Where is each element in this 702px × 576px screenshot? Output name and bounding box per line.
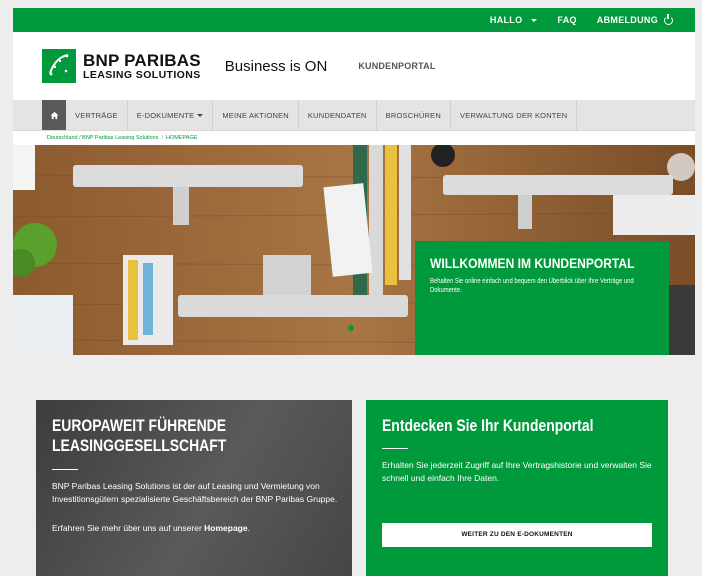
nav-label: VERWALTUNG DER KONTEN <box>460 110 568 120</box>
home-icon <box>49 111 59 119</box>
hallo-menu[interactable]: HALLO <box>490 15 538 25</box>
hero-welcome-box: WILLKOMMEN IM KUNDENPORTAL Behalten Sie … <box>415 241 669 355</box>
chevron-down-icon <box>197 113 204 117</box>
hero-subtitle: Behalten Sie online einfach und bequem d… <box>430 278 634 295</box>
breadcrumb-path[interactable]: Deutschland / BNP Paribas Leasing Soluti… <box>47 135 159 141</box>
nav-label: E-DOKUMENTE <box>136 110 195 120</box>
faq-link[interactable]: FAQ <box>557 15 576 25</box>
nav-label: MEINE AKTIONEN <box>222 110 289 120</box>
company-card: EUROPAWEIT FÜHRENDE LEASINGGESELLSCHAFT … <box>36 400 352 576</box>
breadcrumb: Deutschland / BNP Paribas Leasing Soluti… <box>13 131 695 145</box>
homepage-link[interactable]: Homepage <box>204 523 247 533</box>
hero-title: WILLKOMMEN IM KUNDENPORTAL <box>430 255 635 271</box>
nav-item-broschueren[interactable]: BROSCHÜREN <box>377 100 451 130</box>
home-button[interactable] <box>42 100 66 130</box>
power-icon <box>664 13 673 25</box>
nav-label: KUNDENDATEN <box>307 110 367 120</box>
carousel-dot[interactable] <box>348 325 354 331</box>
top-bar: HALLO FAQ ABMELDUNG <box>13 8 695 32</box>
nav-label: BROSCHÜREN <box>385 110 441 120</box>
company-card-title-line2: LEASINGGESELLSCHAFT <box>52 436 227 456</box>
nav-item-e-dokumente[interactable]: E-DOKUMENTE <box>128 100 214 130</box>
more-prefix: Erfahren Sie mehr über uns auf unserer <box>52 523 205 534</box>
divider <box>52 468 78 470</box>
info-cards: EUROPAWEIT FÜHRENDE LEASINGGESELLSCHAFT … <box>36 400 668 576</box>
breadcrumb-current: HOMEPAGE <box>166 135 198 141</box>
page: HALLO FAQ ABMELDUNG BNP PARIBAS LEASING … <box>13 8 695 576</box>
hallo-label: HALLO <box>489 15 523 25</box>
logo-subtitle: LEASING SOLUTIONS <box>83 68 201 81</box>
header: BNP PARIBAS LEASING SOLUTIONS Business i… <box>13 32 695 100</box>
e-dokumente-button[interactable]: WEITER ZU DEN E-DOKUMENTEN <box>382 522 652 547</box>
breadcrumb-separator: / <box>161 135 164 141</box>
company-card-more: Erfahren Sie mehr über uns auf unserer H… <box>52 523 336 533</box>
nav-label: VERTRÄGE <box>75 110 118 120</box>
company-card-title-line1: EUROPAWEIT FÜHRENDE <box>52 416 227 435</box>
portal-card-title: Entdecken Sie Ihr Kundenportal <box>382 416 594 435</box>
chevron-down-icon <box>531 18 538 22</box>
nav-item-meine-aktionen[interactable]: MEINE AKTIONEN <box>213 100 299 130</box>
logout-link[interactable]: ABMELDUNG <box>596 13 673 25</box>
tagline: Business is ON <box>224 57 328 75</box>
nav-item-verwaltung[interactable]: VERWALTUNG DER KONTEN <box>451 100 578 130</box>
nav-item-kundendaten[interactable]: KUNDENDATEN <box>299 100 377 130</box>
faq-label: FAQ <box>557 15 577 25</box>
main-nav: VERTRÄGE E-DOKUMENTE MEINE AKTIONEN KUND… <box>13 100 695 131</box>
logo-title: BNP PARIBAS <box>83 50 201 70</box>
company-card-text: BNP Paribas Leasing Solutions ist der au… <box>52 480 338 504</box>
logout-label: ABMELDUNG <box>596 15 658 25</box>
carousel-dots <box>348 325 354 331</box>
portal-card: Entdecken Sie Ihr Kundenportal Erhalten … <box>366 400 668 576</box>
divider <box>382 448 408 450</box>
logo[interactable]: BNP PARIBAS LEASING SOLUTIONS <box>42 49 201 83</box>
hero-banner: WILLKOMMEN IM KUNDENPORTAL Behalten Sie … <box>13 145 695 355</box>
more-suffix: . <box>247 523 250 534</box>
logo-mark-icon <box>42 49 76 83</box>
portal-card-text: Erhalten Sie jederzeit Zugriff auf Ihre … <box>382 460 652 484</box>
portal-label: KUNDENPORTAL <box>358 61 436 71</box>
nav-item-vertraege[interactable]: VERTRÄGE <box>66 100 128 130</box>
